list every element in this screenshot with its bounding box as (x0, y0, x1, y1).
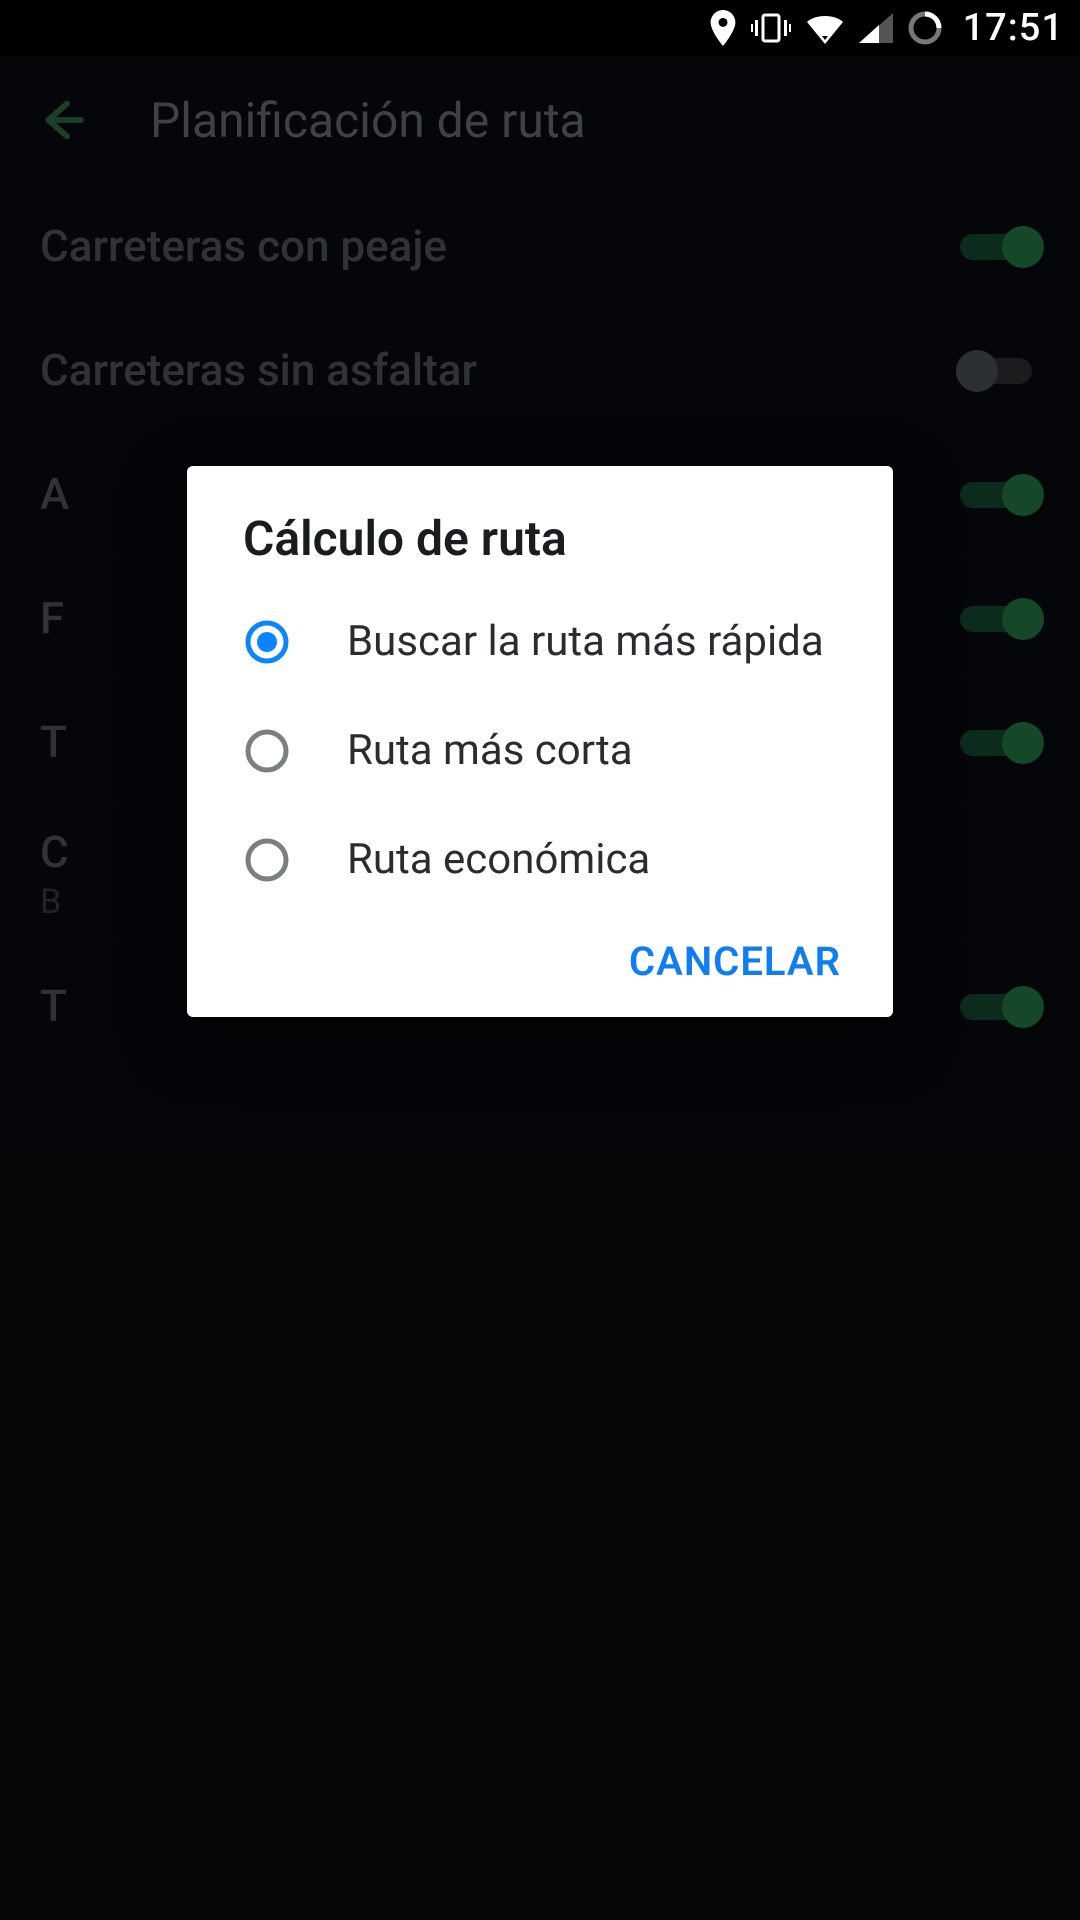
radio-label: Buscar la ruta más rápida (347, 617, 824, 666)
modal-scrim[interactable]: Cálculo de ruta Buscar la ruta más rápid… (0, 56, 1080, 1920)
radio-option-shortest[interactable]: Ruta más corta (187, 696, 893, 805)
dialog-title: Cálculo de ruta (187, 510, 893, 587)
location-icon (709, 10, 737, 46)
status-bar: 17:51 (0, 0, 1080, 56)
radio-option-economic[interactable]: Ruta económica (187, 805, 893, 914)
dialog-actions: CANCELAR (187, 914, 893, 997)
radio-unselected-icon (243, 836, 291, 884)
data-saver-icon (907, 10, 943, 46)
radio-unselected-icon (243, 727, 291, 775)
clock: 17:51 (963, 6, 1064, 50)
cellular-icon (859, 13, 893, 43)
wifi-icon (805, 12, 845, 44)
radio-selected-icon (243, 618, 291, 666)
radio-label: Ruta económica (347, 835, 650, 884)
cancel-button[interactable]: CANCELAR (629, 938, 841, 985)
radio-label: Ruta más corta (347, 726, 633, 775)
route-calculation-dialog: Cálculo de ruta Buscar la ruta más rápid… (187, 466, 893, 1017)
radio-option-fastest[interactable]: Buscar la ruta más rápida (187, 587, 893, 696)
vibrate-icon (751, 13, 791, 43)
